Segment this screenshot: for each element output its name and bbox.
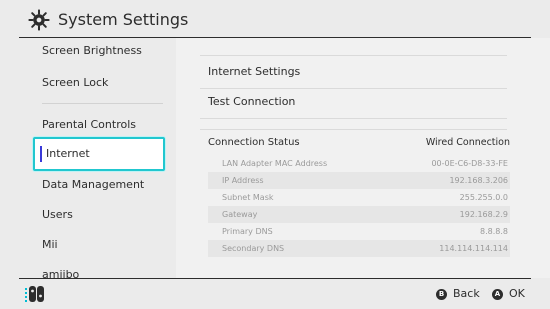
sidebar-item-parental-controls[interactable]: Parental Controls	[42, 118, 136, 132]
sidebar-item-label: Internet	[46, 147, 90, 160]
divider	[200, 118, 507, 119]
back-button[interactable]: B Back	[436, 287, 480, 301]
ok-button[interactable]: A OK	[492, 287, 525, 301]
status-row-value: 00-0E-C6-D8-33-FE	[431, 159, 508, 168]
status-row-label: Subnet Mask	[222, 193, 274, 202]
a-button-icon: A	[492, 288, 503, 300]
sidebar-divider	[42, 103, 163, 104]
sidebar-item-data-management[interactable]: Data Management	[42, 178, 144, 192]
header: System Settings	[0, 0, 550, 38]
sidebar-item-mii[interactable]: Mii	[42, 238, 58, 252]
sidebar-item-screen-brightness[interactable]: Screen Brightness	[42, 44, 142, 58]
divider	[200, 129, 507, 130]
status-row: Gateway 192.168.2.9	[208, 206, 510, 223]
ok-label: OK	[509, 287, 525, 300]
settings-panel: Internet Settings Test Connection Connec…	[176, 38, 550, 278]
sidebar-item-screen-lock[interactable]: Screen Lock	[42, 76, 108, 90]
joycon-icon	[25, 286, 44, 302]
internet-settings-button[interactable]: Internet Settings	[208, 65, 300, 79]
status-row-value: 8.8.8.8	[480, 227, 508, 236]
status-row-label: Secondary DNS	[222, 244, 285, 253]
gear-icon	[28, 9, 50, 31]
divider	[200, 55, 507, 56]
status-row: Subnet Mask 255.255.0.0	[208, 189, 510, 206]
footer: B Back A OK	[0, 279, 550, 309]
connection-status-label: Connection Status	[208, 137, 300, 148]
divider	[200, 88, 507, 89]
sidebar-item-users[interactable]: Users	[42, 208, 73, 222]
status-row: LAN Adapter MAC Address 00-0E-C6-D8-33-F…	[208, 155, 510, 172]
b-button-icon: B	[436, 288, 447, 300]
back-label: Back	[453, 287, 480, 300]
connection-status-value: Wired Connection	[425, 137, 510, 148]
status-row-label: Primary DNS	[222, 227, 273, 236]
status-row-value: 255.255.0.0	[459, 193, 508, 202]
sidebar: Screen Brightness Screen Lock Parental C…	[0, 38, 176, 278]
selection-indicator	[40, 146, 42, 162]
status-row-label: LAN Adapter MAC Address	[222, 159, 328, 168]
status-row: Secondary DNS 114.114.114.114	[208, 240, 510, 257]
status-row: Primary DNS 8.8.8.8	[208, 223, 510, 240]
status-row-value: 114.114.114.114	[439, 244, 508, 253]
sidebar-item-amiibo[interactable]: amiibo	[42, 268, 79, 278]
status-row-value: 192.168.2.9	[459, 210, 508, 219]
status-row-label: IP Address	[222, 176, 264, 185]
page-title: System Settings	[58, 10, 189, 29]
status-row-value: 192.168.3.206	[449, 176, 508, 185]
test-connection-button[interactable]: Test Connection	[208, 95, 295, 109]
sidebar-item-internet[interactable]: Internet	[33, 137, 165, 171]
status-row: IP Address 192.168.3.206	[208, 172, 510, 189]
status-row-label: Gateway	[222, 210, 258, 219]
